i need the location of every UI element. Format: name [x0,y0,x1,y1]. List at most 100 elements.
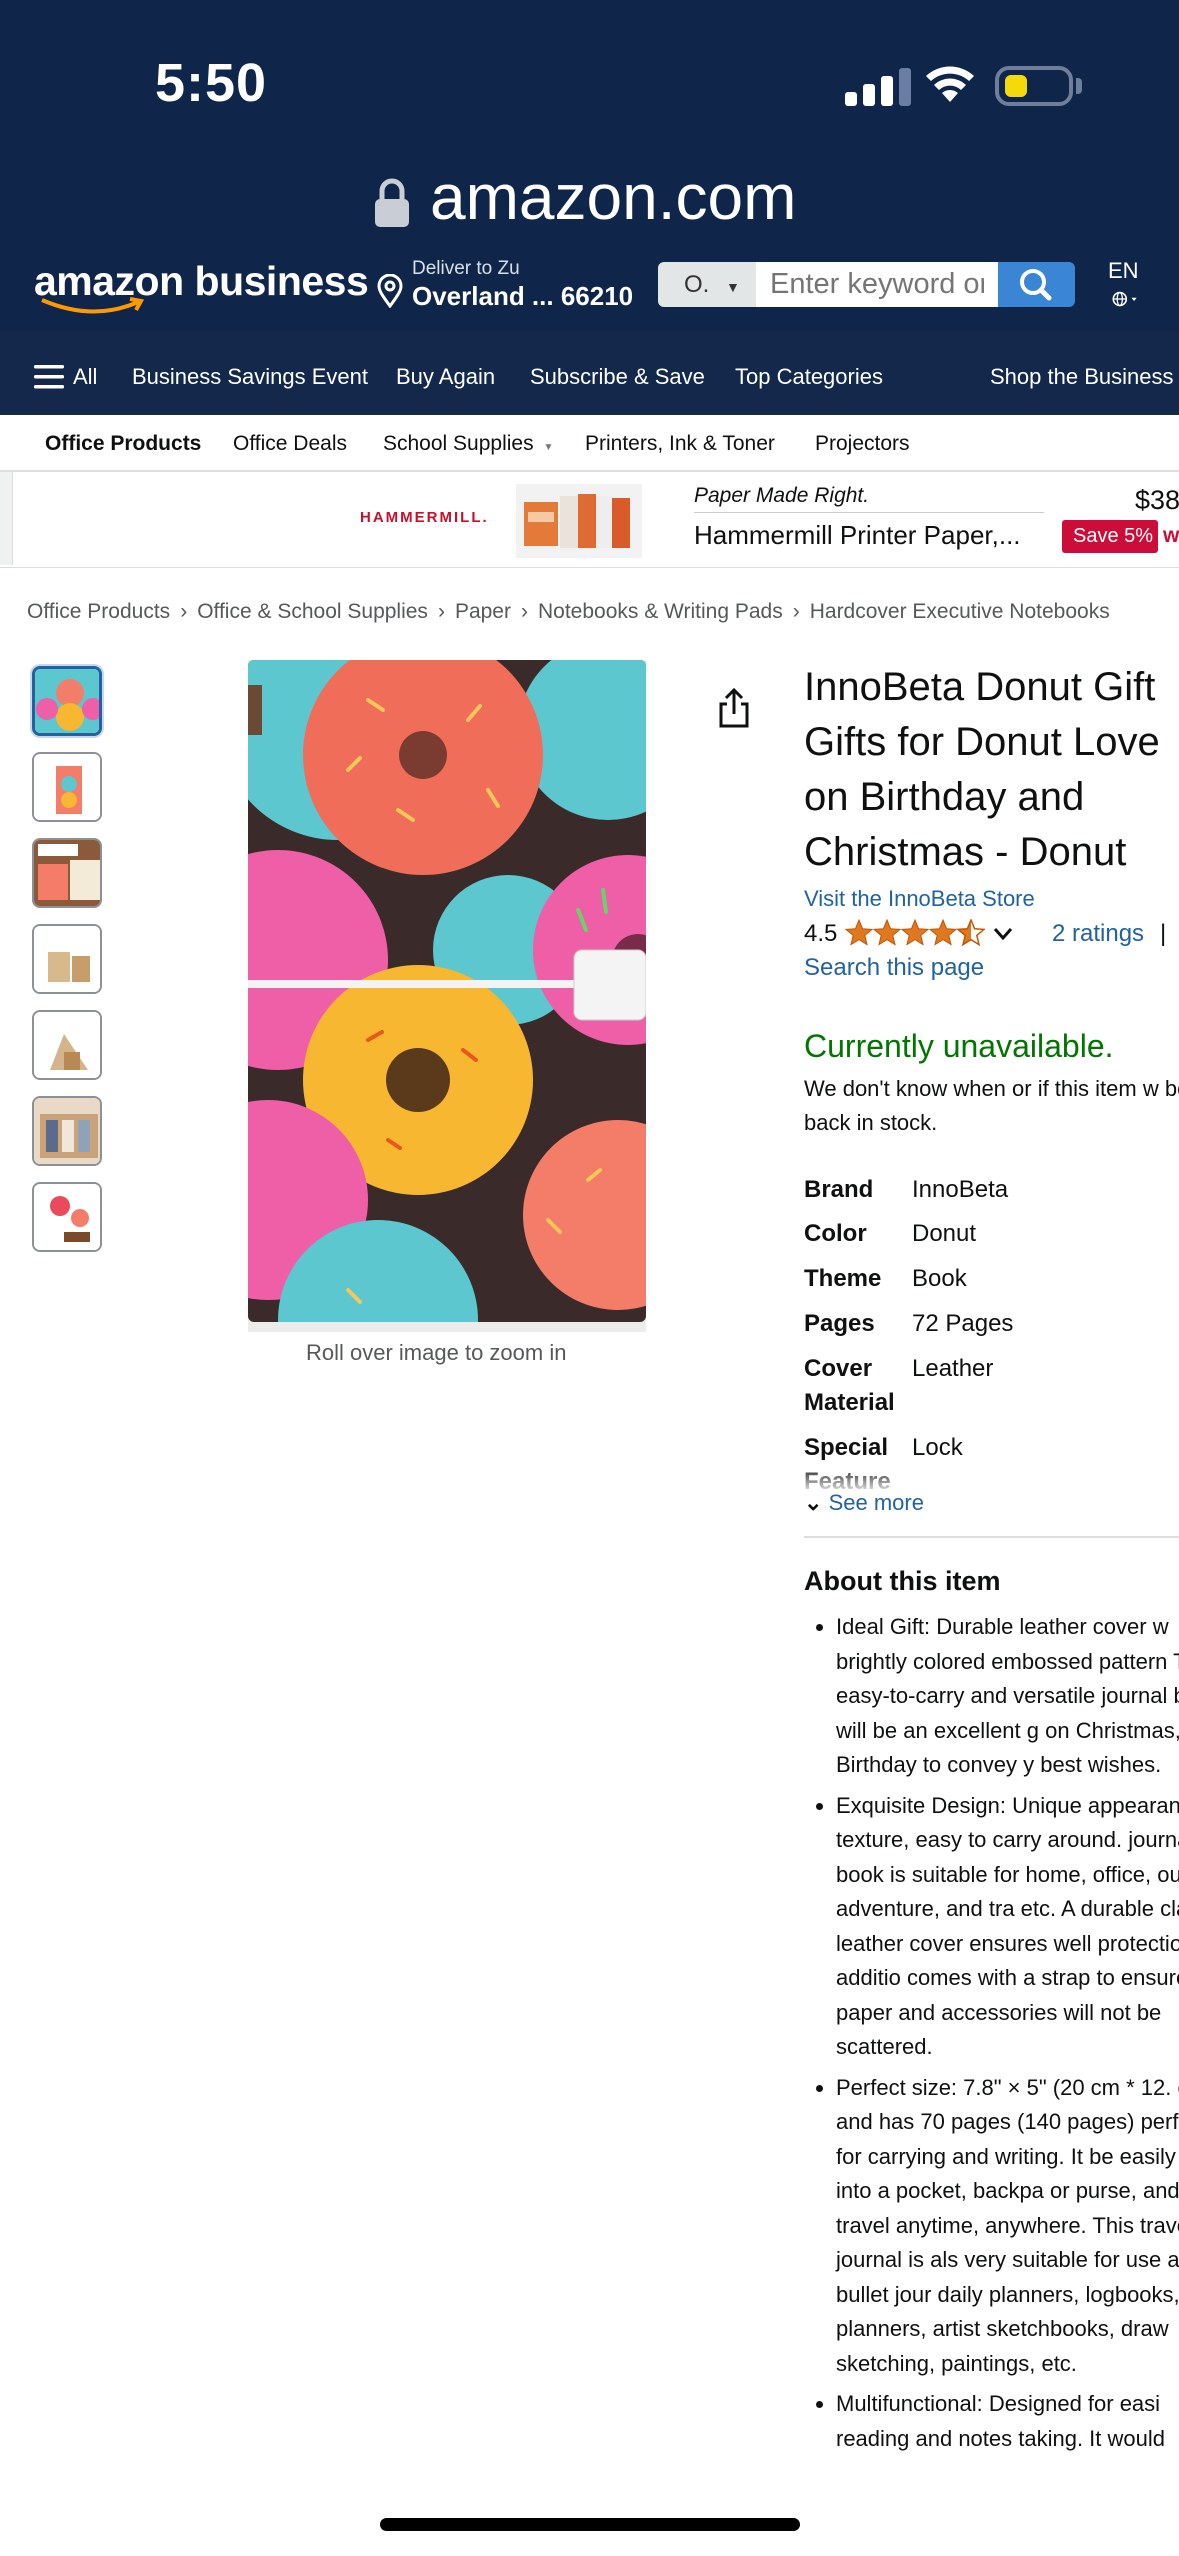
see-more-link[interactable]: ⌄ See more [804,1490,924,1516]
thumbnail-1[interactable] [32,666,102,736]
ratings-count-link[interactable]: 2 ratings [1052,920,1144,948]
breadcrumb-office-products[interactable]: Office Products [27,600,170,623]
thumbnail-image [35,669,99,733]
share-icon[interactable] [716,686,752,730]
thumbnail-image [34,754,100,820]
thumbnail-6[interactable] [32,1096,102,1166]
subnav-school-supplies-label: School Supplies [383,432,534,455]
list-item: Ideal Gift: Durable leather cover w brig… [836,1610,1179,1783]
thumbnail-5[interactable] [32,1010,102,1080]
cellular-signal-icon [845,68,917,106]
section-divider [804,1536,1179,1538]
ad-tagline: Paper Made Right. [694,484,870,507]
url-text[interactable]: amazon.com [430,160,796,234]
store-link[interactable]: Visit the InnoBeta Store [804,886,1035,912]
status-time: 5:50 [155,53,268,113]
breadcrumb: Office Products › Office & School Supplies… [27,600,1110,624]
subnav-printers-ink-toner[interactable]: Printers, Ink & Toner [585,432,775,456]
deliver-to-label[interactable]: Deliver to Zu [412,258,520,280]
subnav-office-products[interactable]: Office Products [45,432,201,456]
search-department-value: O. [684,271,710,298]
breadcrumb-separator: › [792,600,800,623]
thumbnail-image [34,840,100,906]
ad-price: $38 [1135,485,1179,515]
search-this-page-link[interactable]: Search this page [804,954,984,982]
search-button[interactable] [998,262,1075,307]
thumbnail-2[interactable] [32,752,102,822]
ad-product-title[interactable]: Hammermill Printer Paper,... [694,520,1021,551]
lock-icon [375,178,409,227]
availability-status: Currently unavailable. [804,1028,1114,1064]
ratings-separator: | [1160,920,1167,947]
chevron-down-icon[interactable] [992,926,1014,942]
subnav-projectors[interactable]: Projectors [815,432,910,456]
home-indicator[interactable] [380,2518,800,2531]
breadcrumb-separator: › [520,600,528,623]
nav-shop-the-business[interactable]: Shop the Business [990,364,1173,390]
caret-down-icon: ▼ [543,442,554,453]
location-pin-icon[interactable] [376,274,404,308]
ad-save-badge: Save 5% [1062,520,1158,553]
breadcrumb-separator: › [437,600,445,623]
nav-top-categories[interactable]: Top Categories [735,364,883,390]
ad-brand-logo[interactable]: HAMMERMILL. [360,509,489,526]
banner-edge [0,472,13,565]
spec-label: Theme [804,1265,882,1292]
spec-label: Brand [804,1176,874,1203]
thumbnail-image [34,1012,100,1078]
caret-down-icon: ▼ [726,279,740,295]
hamburger-menu-icon[interactable] [34,364,66,390]
spec-label: Pages [804,1310,875,1337]
ad-product-image[interactable] [516,484,642,558]
product-main-image[interactable] [248,660,646,1332]
nav-all[interactable]: All [73,364,97,390]
product-title: InnoBeta Donut Gift Gifts for Donut Love… [804,665,1160,874]
subnav-school-supplies[interactable]: School Supplies ▼ [383,432,553,456]
battery-nub [1076,78,1082,94]
zoom-hint: Roll over image to zoom in [306,1340,567,1365]
breadcrumb-office-school-supplies[interactable]: Office & School Supplies [197,600,428,623]
breadcrumb-notebooks[interactable]: Notebooks & Writing Pads [538,600,783,623]
chevron-down-icon: ⌄ [804,1490,823,1515]
search-department-select[interactable]: O. ▼ [658,262,756,307]
spec-value: Book [912,1265,967,1292]
thumbnail-7[interactable] [32,1182,102,1252]
star-rating-icon[interactable] [845,919,985,947]
battery-icon [995,66,1073,106]
spec-value: Leather [912,1355,994,1382]
deliver-location[interactable]: Overland ... 66210 [412,281,633,312]
spec-value: 72 Pages [912,1310,1014,1337]
list-item: Multifunctional: Designed for easi readi… [836,2387,1179,2456]
spec-value: Donut [912,1220,977,1247]
search-input[interactable] [756,262,998,307]
list-item: Exquisite Design: Unique appearan soft t… [836,1789,1179,2065]
nav-subscribe-save[interactable]: Subscribe & Save [530,364,705,390]
rating-value: 4.5 [804,920,838,947]
breadcrumb-separator: › [180,600,188,623]
spec-label: Cover Material [804,1355,895,1416]
thumbnail-3[interactable] [32,838,102,908]
breadcrumb-paper[interactable]: Paper [455,600,511,623]
nav-buy-again[interactable]: Buy Again [396,364,495,390]
wifi-icon [926,66,974,102]
ad-extra-text: w [1163,524,1179,547]
breadcrumb-hardcover-executive[interactable]: Hardcover Executive Notebooks [810,600,1110,623]
thumbnail-4[interactable] [32,924,102,994]
about-bullets: Ideal Gift: Durable leather cover w brig… [804,1610,1179,2462]
globe-icon[interactable] [1112,286,1138,312]
thumbnail-image [34,1098,100,1164]
thumbnail-image [34,1184,100,1250]
spec-value: Lock [912,1434,963,1461]
ad-divider [694,512,1044,513]
list-item: Perfect size: 7.8" × 5" (20 cm * 12. cm)… [836,2071,1179,2382]
subnav-office-deals[interactable]: Office Deals [233,432,347,456]
search-icon [1020,269,1052,301]
see-more-label: See more [828,1490,924,1515]
thumbnail-image [34,926,100,992]
language-selector[interactable]: EN [1108,258,1139,284]
availability-message: We don't know when or if this item w be … [804,1076,1179,1135]
nav-business-savings-event[interactable]: Business Savings Event [132,364,368,390]
logo-smile-icon [41,297,145,314]
spec-value: InnoBeta [912,1176,1009,1203]
spec-label: Color [804,1220,867,1247]
